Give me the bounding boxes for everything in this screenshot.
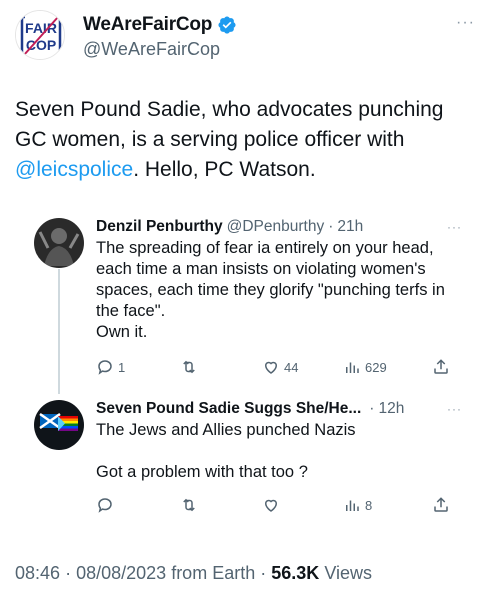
- reply-icon: [98, 360, 112, 375]
- reply-text: The Jews and Allies punched Nazis Got a …: [96, 421, 356, 481]
- like-count: 44: [284, 359, 299, 375]
- views-count: 629: [365, 359, 387, 375]
- retweet-icon: [183, 360, 195, 374]
- reply-display-name[interactable]: Seven Pound Sadie Suggs She/He...: [96, 400, 361, 418]
- heart-icon: [264, 361, 278, 374]
- reply-display-name[interactable]: Denzil Penburthy: [96, 218, 223, 236]
- avatar-photo-icon: [34, 218, 84, 268]
- views-chart-icon: [346, 362, 359, 373]
- retweet-button[interactable]: [180, 358, 202, 376]
- reply-handle[interactable]: @DPenburthy: [227, 218, 325, 236]
- avatar[interactable]: FAIR COP: [15, 10, 65, 60]
- tweet-meta: 08:46 · 08/08/2023 from Earth · 56.3K Vi…: [15, 563, 372, 584]
- fair-cop-logo-icon: FAIR COP: [16, 11, 64, 59]
- verified-badge-icon: [218, 16, 236, 34]
- retweet-icon: [183, 498, 195, 512]
- tweet-text-part: Seven Pound Sadie, who advocates punchin…: [15, 98, 444, 151]
- handle[interactable]: @WeAreFairCop: [83, 39, 220, 60]
- share-button[interactable]: [432, 496, 450, 514]
- tweet-text-part: . Hello, PC Watson.: [133, 158, 316, 181]
- flags-avatar-icon: [34, 400, 84, 450]
- tweet-source: from Earth: [171, 563, 256, 583]
- separator: ·: [369, 400, 375, 417]
- reply-button[interactable]: 1: [96, 358, 125, 376]
- views-count: 8: [365, 497, 373, 513]
- share-icon: [434, 359, 448, 374]
- views-button[interactable]: 629: [343, 358, 387, 376]
- share-button[interactable]: [432, 358, 450, 376]
- reply-count: 1: [118, 359, 126, 375]
- tweet-date[interactable]: 08/08/2023: [76, 563, 166, 583]
- reply-actions: 1 44 629: [96, 358, 454, 380]
- views-total: 56.3K: [271, 563, 320, 583]
- thread-line: [58, 269, 60, 394]
- reply-icon: [98, 498, 112, 513]
- more-options-button[interactable]: ···: [447, 402, 462, 416]
- tweet-time[interactable]: 08:46: [15, 563, 60, 583]
- like-button[interactable]: 44: [262, 358, 298, 376]
- views-button[interactable]: 8: [343, 496, 372, 514]
- mention-link[interactable]: @leicspolice: [15, 158, 133, 181]
- heart-icon: [264, 499, 278, 512]
- reply-time[interactable]: 21h: [337, 218, 363, 236]
- tweet-header: FAIR COP WeAreFairCop @WeAreFairCop ···: [15, 8, 475, 64]
- views-chart-icon: [346, 500, 359, 511]
- svg-text:COP: COP: [26, 37, 56, 53]
- retweet-button[interactable]: [180, 496, 202, 514]
- like-button[interactable]: [262, 496, 284, 514]
- views-label: Views: [324, 563, 373, 583]
- separator: ·: [65, 563, 72, 583]
- reply-actions: 8: [96, 496, 454, 518]
- display-name[interactable]: WeAreFairCop: [83, 14, 212, 36]
- avatar[interactable]: [34, 218, 84, 268]
- share-icon: [434, 497, 448, 512]
- more-options-button[interactable]: ···: [456, 14, 475, 32]
- separator: ·: [328, 218, 334, 235]
- tweet-text: Seven Pound Sadie, who advocates punchin…: [15, 95, 475, 185]
- separator: ·: [260, 563, 267, 583]
- reply-time[interactable]: 12h: [378, 400, 404, 418]
- more-options-button[interactable]: ···: [447, 220, 462, 234]
- reply-tweet[interactable]: Seven Pound Sadie Suggs She/He... · 12h …: [34, 400, 464, 500]
- avatar[interactable]: [34, 400, 84, 450]
- reply-button[interactable]: [96, 496, 118, 514]
- reply-text: The spreading of fear ia entirely on you…: [96, 239, 445, 341]
